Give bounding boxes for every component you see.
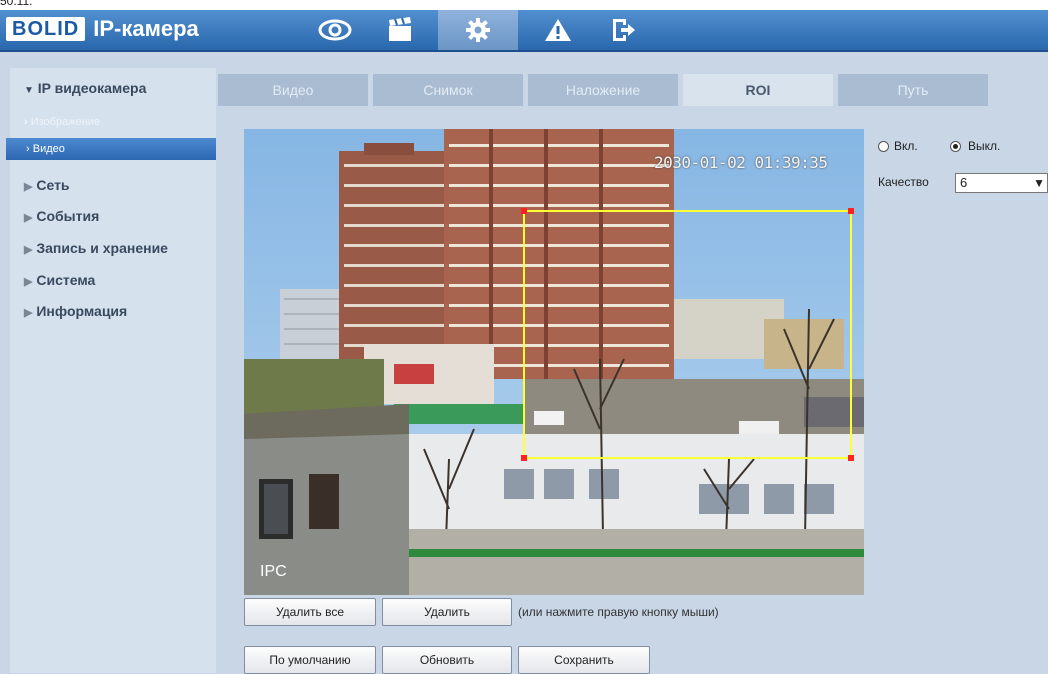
tab-label: Путь xyxy=(897,82,929,98)
sidebar-item-video[interactable]: › Видео xyxy=(26,143,65,155)
tab-overlay[interactable]: Наложение xyxy=(528,74,678,106)
chevron-down-icon: ▼ xyxy=(1033,176,1045,190)
sidebar-item-label: Информация xyxy=(36,303,128,319)
nav-settings[interactable] xyxy=(438,10,518,50)
triangle-right-icon: ▶ xyxy=(24,307,33,319)
sidebar-item-system[interactable]: ▶ Система xyxy=(24,272,95,288)
logo-mark: BOLID xyxy=(6,17,86,41)
tab-path[interactable]: Путь xyxy=(838,74,988,106)
tab-label: ROI xyxy=(745,82,771,98)
camera-scene xyxy=(244,129,864,595)
tab-snapshot[interactable]: Снимок xyxy=(373,74,523,106)
chevron-right-icon: › xyxy=(24,116,28,128)
quality-label: Качество xyxy=(878,175,929,189)
roi-on-label: Вкл. xyxy=(894,139,918,153)
sidebar-item-recording[interactable]: ▶ Запись и хранение xyxy=(24,240,168,256)
video-channel-label: IPC xyxy=(260,563,287,580)
nav-logout[interactable] xyxy=(592,10,652,50)
sidebar-section-label: IP видеокамера xyxy=(37,80,147,96)
sidebar-item-label: Система xyxy=(36,272,96,288)
top-strip: 50.11. xyxy=(0,0,1048,10)
refresh-button[interactable]: Обновить xyxy=(382,646,512,674)
sidebar-item-label: Изображение xyxy=(30,116,101,128)
gear-icon xyxy=(466,18,490,42)
video-timestamp: 2030-01-02 01:39:35 xyxy=(654,153,828,172)
quality-select[interactable]: 6 ▼ xyxy=(955,173,1048,193)
roi-off-label: Выкл. xyxy=(968,139,1001,153)
app-title: IP-камера xyxy=(93,16,199,41)
tab-label: Видео xyxy=(272,82,314,98)
warning-icon xyxy=(545,19,571,41)
save-button[interactable]: Сохранить xyxy=(518,646,650,674)
tab-video[interactable]: Видео xyxy=(218,74,368,106)
nav-live-view[interactable] xyxy=(305,10,365,50)
delete-all-button[interactable]: Удалить все xyxy=(244,598,376,626)
roi-off-radio[interactable] xyxy=(950,141,961,152)
tab-label: Наложение xyxy=(565,82,641,98)
sidebar-item-label: Запись и хранение xyxy=(36,240,168,256)
sidebar-item-label: События xyxy=(36,208,100,224)
chevron-right-icon: › xyxy=(26,143,30,155)
delete-button[interactable]: Удалить xyxy=(382,598,512,626)
sidebar-item-label: Видео xyxy=(32,143,65,155)
sidebar-item-events[interactable]: ▶ События xyxy=(24,208,99,224)
logo: BOLID IP-камера xyxy=(6,16,199,42)
header-bar: BOLID IP-камера xyxy=(0,10,1048,52)
triangle-right-icon: ▶ xyxy=(24,244,33,256)
nav-alarm[interactable] xyxy=(528,10,588,50)
triangle-down-icon: ▼ xyxy=(24,85,34,96)
tab-roi[interactable]: ROI xyxy=(683,74,833,106)
delete-hint: (или нажмите правую кнопку мыши) xyxy=(518,605,719,619)
triangle-right-icon: ▶ xyxy=(24,276,33,288)
sidebar-item-info[interactable]: ▶ Информация xyxy=(24,303,127,319)
sidebar-item-label: Сеть xyxy=(36,177,70,193)
top-strip-text: 50.11. xyxy=(0,0,33,8)
triangle-right-icon: ▶ xyxy=(24,181,33,193)
tab-label: Снимок xyxy=(423,82,473,98)
nav-playback[interactable] xyxy=(370,10,430,50)
sidebar-item-image[interactable]: › Изображение xyxy=(24,116,100,128)
video-preview[interactable]: 2030-01-02 01:39:35 IPC xyxy=(244,129,864,595)
eye-icon xyxy=(318,19,352,41)
exit-icon xyxy=(613,19,635,41)
quality-value: 6 xyxy=(960,175,968,190)
roi-on-radio[interactable] xyxy=(878,141,889,152)
sidebar-section-ip-camera[interactable]: ▼ IP видеокамера xyxy=(24,80,146,96)
sidebar-item-network[interactable]: ▶ Сеть xyxy=(24,177,70,193)
clapperboard-icon xyxy=(389,17,411,41)
default-button[interactable]: По умолчанию xyxy=(244,646,376,674)
triangle-right-icon: ▶ xyxy=(24,212,33,224)
